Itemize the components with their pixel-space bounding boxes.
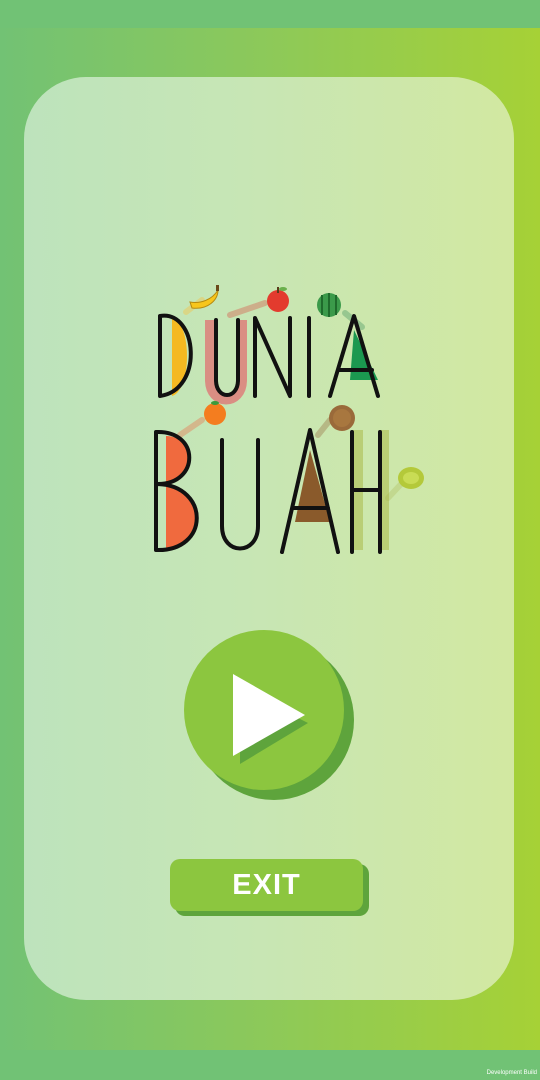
apple-icon — [267, 287, 289, 312]
letter-a-first — [328, 314, 380, 398]
play-button-container — [184, 630, 356, 802]
play-icon — [233, 674, 308, 764]
exit-button-label: EXIT — [232, 868, 301, 901]
letter-h — [350, 430, 389, 554]
play-button[interactable] — [184, 630, 344, 790]
letter-u-second — [220, 438, 260, 551]
letter-n — [253, 316, 292, 398]
exit-button[interactable]: EXIT — [170, 859, 363, 911]
letter-u — [205, 318, 247, 405]
letter-a-second — [280, 428, 340, 554]
banana-icon — [189, 285, 219, 309]
watermelon-icon — [317, 293, 341, 317]
kiwi-icon — [329, 405, 355, 431]
game-logo — [154, 285, 424, 554]
orange-icon — [204, 401, 226, 425]
development-build-label: Development Build — [486, 1070, 537, 1076]
letter-b — [154, 429, 199, 553]
letter-d — [158, 313, 193, 398]
exit-button-container: EXIT — [170, 859, 370, 917]
lime-icon — [398, 467, 424, 489]
